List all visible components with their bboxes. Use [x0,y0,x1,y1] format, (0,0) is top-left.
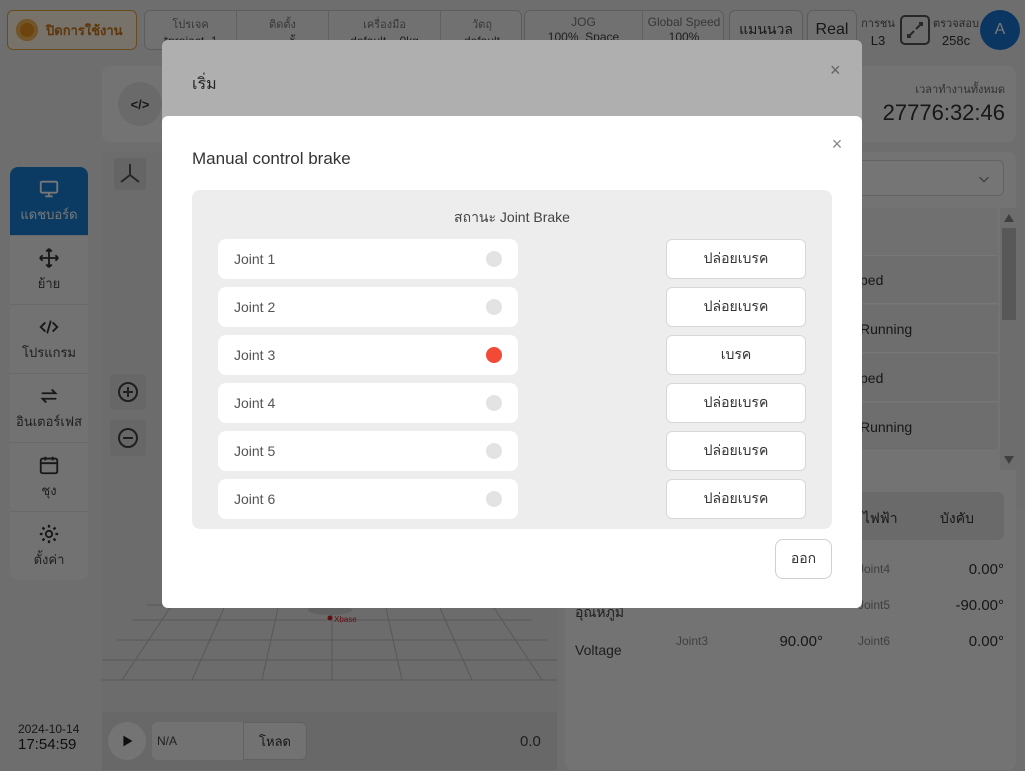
brake-button[interactable]: เบรค [666,335,806,375]
brake-status-indicator [486,395,502,411]
joint-status-row: Joint 2 [218,287,518,327]
joint-status-row: Joint 3 [218,335,518,375]
joint-status-row: Joint 4 [218,383,518,423]
joint-name: Joint 5 [234,443,276,459]
release-brake-button[interactable]: ปล่อยเบรค [666,383,806,423]
panel-title: สถานะ Joint Brake [454,209,570,225]
dialog-title: Manual control brake [192,149,351,168]
joint-name: Joint 1 [234,251,276,267]
release-brake-button[interactable]: ปล่อยเบรค [666,239,806,279]
release-brake-button[interactable]: ปล่อยเบรค [666,479,806,519]
joint-status-row: Joint 6 [218,479,518,519]
joint-brake-panel: สถานะ Joint Brake Joint 1 ปล่อยเบรค Join… [192,190,832,529]
release-brake-button[interactable]: ปล่อยเบรค [666,431,806,471]
close-icon[interactable]: × [829,135,845,153]
manual-brake-dialog: Manual control brake × สถานะ Joint Brake… [162,116,862,608]
brake-status-indicator [486,347,502,363]
joint-name: Joint 3 [234,347,276,363]
joint-status-row: Joint 1 [218,239,518,279]
joint-status-row: Joint 5 [218,431,518,471]
exit-button[interactable]: ออก [775,539,832,579]
brake-status-indicator [486,299,502,315]
brake-status-indicator [486,251,502,267]
brake-status-indicator [486,443,502,459]
brake-status-indicator [486,491,502,507]
joint-name: Joint 6 [234,491,276,507]
joint-name: Joint 2 [234,299,276,315]
release-brake-button[interactable]: ปล่อยเบรค [666,287,806,327]
joint-name: Joint 4 [234,395,276,411]
